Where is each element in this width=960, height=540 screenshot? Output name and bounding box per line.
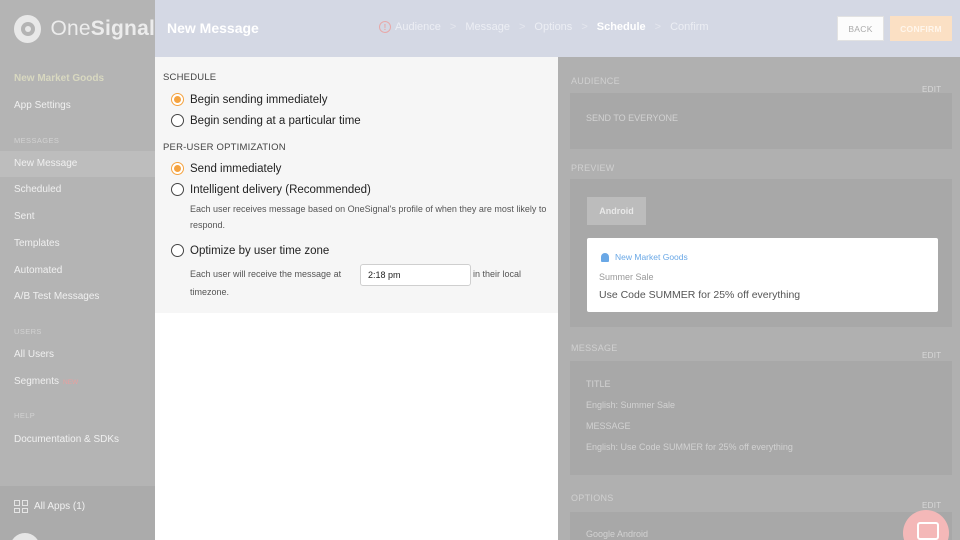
options-value: Google Android [586, 529, 649, 539]
options-box: Google Android [570, 512, 952, 540]
step-audience[interactable]: Audience [395, 21, 441, 33]
grid-icon [14, 500, 29, 513]
begin-immediately-option[interactable]: Begin sending immediately [171, 93, 327, 106]
send-immediately-option[interactable]: Send immediately [171, 162, 281, 175]
timezone-help-suffix-2: timezone. [190, 287, 230, 297]
back-button[interactable]: BACK [837, 16, 884, 41]
step-options[interactable]: Options [534, 21, 572, 33]
sidebar-item-all-users[interactable]: All Users [14, 349, 54, 360]
notification-app-row: New Market Goods [601, 252, 688, 262]
chevron-right-icon: > [581, 21, 588, 33]
page-title: New Message [167, 20, 259, 36]
sidebar-app-name[interactable]: New Market Goods [14, 73, 104, 84]
onesignal-logo[interactable]: OneSignal [0, 0, 155, 58]
new-badge: NEW [63, 379, 79, 386]
begin-particular-time-option[interactable]: Begin sending at a particular time [171, 114, 361, 127]
radio-unselected[interactable] [171, 183, 184, 196]
warning-icon: ! [379, 21, 391, 33]
step-message[interactable]: Message [465, 21, 510, 33]
radio-unselected[interactable] [171, 244, 184, 257]
chevron-right-icon: > [654, 21, 662, 33]
sidebar-item-ab-test-messages[interactable]: A/B Test Messages [14, 291, 99, 302]
message-body-value: English: Use Code SUMMER for 25% off eve… [586, 442, 793, 452]
header-bar: New Message ! Audience > Message > Optio… [155, 0, 960, 57]
notification-title: Summer Sale [599, 272, 654, 282]
options-heading: OPTIONS [571, 493, 614, 503]
optimize-timezone-option[interactable]: Optimize by user time zone [171, 244, 329, 257]
per-user-optimization-heading: PER-USER OPTIMIZATION [163, 142, 286, 153]
message-edit-link[interactable]: EDIT [922, 351, 941, 360]
notification-body: Use Code SUMMER for 25% off everything [599, 289, 801, 301]
sidebar-item-automated[interactable]: Automated [14, 265, 62, 276]
sidebar-item-sent[interactable]: Sent [14, 211, 35, 222]
summary-column: AUDIENCE EDIT SEND TO EVERYONE PREVIEW A… [558, 57, 960, 540]
sidebar: OneSignal New Market Goods App Settings … [0, 0, 155, 540]
radio-selected[interactable] [171, 162, 184, 175]
sidebar-heading-help: HELP [14, 411, 36, 420]
options-edit-link[interactable]: EDIT [922, 501, 941, 510]
sidebar-item-new-message[interactable]: New Message [14, 158, 77, 169]
option-label: Optimize by user time zone [190, 244, 330, 257]
step-confirm[interactable]: Confirm [670, 21, 709, 33]
timezone-help-prefix: Each user will receive the message at [190, 269, 342, 279]
timezone-help-suffix: in their local [473, 269, 522, 279]
notification-preview-card: New Market Goods Summer Sale Use Code SU… [587, 238, 938, 312]
all-apps-label: All Apps (1) [34, 501, 86, 512]
schedule-heading: SCHEDULE [163, 72, 217, 83]
onesignal-logo-icon [14, 15, 42, 43]
step-breadcrumb: ! Audience > Message > Options > Schedul… [379, 21, 709, 33]
message-box: TITLE English: Summer Sale MESSAGE Engli… [570, 361, 952, 475]
all-apps-link[interactable]: All Apps (1) [14, 500, 85, 513]
android-preview-button[interactable]: Android [587, 197, 646, 225]
sidebar-item-segments[interactable]: Segments NEW [14, 376, 78, 387]
sidebar-item-templates[interactable]: Templates [14, 238, 60, 249]
sidebar-footer [0, 486, 155, 540]
message-heading: MESSAGE [571, 343, 618, 353]
option-label: Intelligent delivery (Recommended) [190, 183, 371, 196]
message-title-label: TITLE [586, 379, 611, 389]
sidebar-item-app-settings[interactable]: App Settings [14, 100, 71, 111]
sidebar-heading-users: USERS [14, 327, 42, 336]
message-body-label: MESSAGE [586, 421, 631, 431]
message-title-value: English: Summer Sale [586, 400, 676, 410]
bell-icon [601, 252, 609, 262]
confirm-button[interactable]: CONFIRM [890, 16, 952, 41]
audience-heading: AUDIENCE [571, 76, 620, 86]
notification-app-name: New Market Goods [615, 252, 688, 262]
sidebar-item-documentation[interactable]: Documentation & SDKs [14, 434, 119, 445]
preview-heading: PREVIEW [571, 163, 615, 173]
sidebar-item-scheduled[interactable]: Scheduled [14, 184, 61, 195]
option-label: Send immediately [190, 162, 282, 175]
chevron-right-icon: > [449, 21, 457, 33]
option-label: Begin sending immediately [190, 93, 328, 106]
option-label: Begin sending at a particular time [190, 114, 361, 127]
schedule-panel: SCHEDULE Begin sending immediately Begin… [155, 57, 558, 313]
chevron-right-icon: > [518, 21, 526, 33]
step-schedule[interactable]: Schedule [597, 21, 646, 33]
brand-name: OneSignal [50, 17, 155, 40]
sidebar-heading-messages: MESSAGES [14, 136, 60, 145]
audience-box: SEND TO EVERYONE [570, 93, 952, 149]
radio-unselected[interactable] [171, 114, 184, 127]
intelligent-delivery-help: Each user receives message based on OneS… [190, 204, 547, 230]
radio-selected[interactable] [171, 93, 184, 106]
intelligent-delivery-option[interactable]: Intelligent delivery (Recommended) [171, 183, 371, 196]
audience-value: SEND TO EVERYONE [586, 113, 679, 123]
time-input[interactable]: 2:18 pm [360, 264, 471, 286]
sidebar-item-label: Segments [14, 376, 60, 387]
